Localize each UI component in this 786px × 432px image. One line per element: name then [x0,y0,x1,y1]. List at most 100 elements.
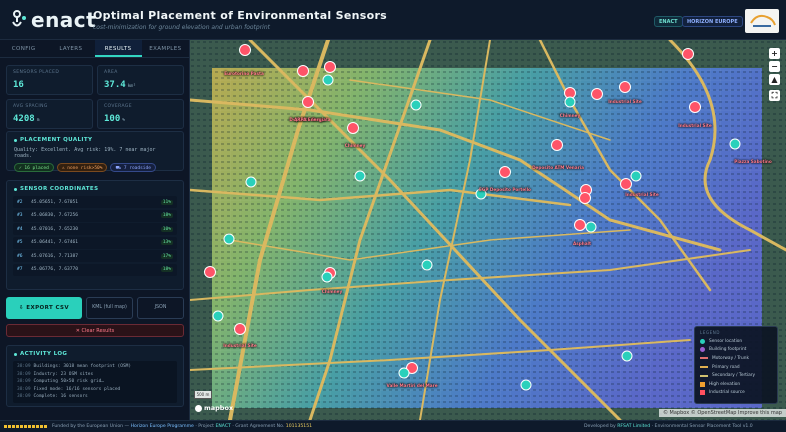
sensor-id: #6 [17,253,23,259]
map-poi-label: Eurotorino Pasta [224,71,264,76]
tab-results[interactable]: RESULTS [94,40,142,57]
map-legend: LEGEND Sensor location Building footprint… [694,326,778,404]
coordinate-row[interactable]: #6 45.07616, 7.71387 17% [13,250,177,262]
legend-item: Secondary / Tertiary [700,371,772,380]
eu-flag-stripe [4,425,48,428]
sensor-id: #3 [17,213,23,218]
log-line: 38:09 Fixed mode: 16/16 sensors placed [17,386,121,392]
fullscreen-button[interactable]: ⛶ [769,90,780,101]
export-json-button[interactable]: JSON [137,297,184,319]
coordinate-list[interactable]: #2 45.05651, 7.67051 11% #3 45.06830, 7.6725… [7,192,183,281]
sensor-latlon: 45.06441, 7.67461 [31,240,79,245]
coordinate-row[interactable]: #7 45.06776, 7.63770 18% [13,263,177,276]
legend-swatch [700,357,708,360]
map-poi-label: Valle Martiri del Mare [386,383,438,388]
legend-item: High elevation [700,380,772,389]
coordinate-row[interactable]: #4 45.07016, 7.65230 10% [13,223,177,235]
page-subtitle: cost-minimization for ground elevation a… [93,24,270,31]
legend-item: Motorway / Trunk [700,354,772,363]
log-line: 38:09 Industry: 23 OSM sites [17,371,94,377]
legend-swatch [700,381,705,387]
map-scale: 500 m [194,391,212,399]
activity-log: ACTIVITY LOG 38:09 Buildings: 3018 mean f… [6,345,184,407]
enact-logo: enact [10,8,96,32]
export-kml-button[interactable]: KML (full map) [86,297,133,319]
developer-note: Developed by RFSAT Limited · Environment… [584,424,753,429]
tab-layers[interactable]: LAYERS [47,40,94,57]
legend-items: Sensor location Building footprint Motorwa… [700,337,772,397]
sensor-latlon: 45.06776, 7.63770 [31,267,79,272]
map-poi-label: Asphalt [573,241,591,246]
compass-button[interactable]: ▲ [769,74,780,85]
export-buttons: ⇩ EXPORT CSV KML (full map) JSON [6,297,184,319]
sensor-risk: 13% [160,240,173,245]
legend-swatch [700,366,708,369]
log-line: 38:09 Computing 50×50 risk grid… [17,379,104,384]
card-title: PLACEMENT QUALITY [7,132,183,143]
enact-logo-icon [12,10,26,27]
sensor-id: #7 [17,267,23,272]
stat-value: 37.4 km² [104,80,136,90]
legend-item: Primary road [700,363,772,372]
bullet-icon [14,138,17,142]
sensor-risk: 18% [160,213,173,218]
legend-item: Building footprint [700,346,772,355]
roadside-pill: ⛟ 7 roadside [110,163,156,172]
legend-item: Industrial source [700,389,772,398]
clear-results-button[interactable]: ✕ Clear Results [6,324,184,337]
log-body[interactable]: 38:09 Buildings: 3018 mean footprint (OSM… [13,361,177,403]
bullet-icon [14,187,17,191]
stat-value: 4208 m [13,114,40,124]
placed-pill: ✓ 16 placed [14,163,54,172]
card-title: ACTIVITY LOG [7,346,183,357]
sensor-latlon: 45.05651, 7.67051 [31,199,79,205]
app-header: enact Optimal Placement of Environmental… [0,0,786,40]
stat-area: AREA 37.4 km² [97,65,184,95]
legend-swatch [700,338,705,344]
legend-swatch [700,374,708,377]
legend-title: LEGEND [700,330,721,335]
stat-value: 100% [104,114,125,124]
legend-item: Sensor location [700,337,772,346]
card-title: SENSOR COORDINATES [7,181,183,192]
sensor-latlon: 45.07016, 7.65230 [31,226,79,232]
enact-badge[interactable]: ENACT [654,16,683,27]
mapbox-icon [195,404,202,412]
quality-summary: Quality: Excellent. Avg risk: 19%. 7 nea… [14,147,156,159]
logo-text: enact [31,8,97,32]
coordinate-row[interactable]: #5 45.06441, 7.67461 13% [13,236,177,249]
map-poi-label: ARPA Energia [294,117,326,122]
map-poi-label: Deposito ATM Venaria [532,165,584,170]
map-view[interactable]: Industrial Site Industrial Site Industrial… [190,40,786,420]
placement-quality-card: PLACEMENT QUALITY Quality: Excellent. Av… [6,131,184,172]
horizon-link[interactable]: Horizon Europe Programme [131,424,194,429]
sensor-id: #2 [17,199,23,205]
stat-label: AVG SPACING [13,104,48,109]
sensor-risk: 10% [160,226,173,232]
sensor-risk: 11% [160,199,173,205]
sensor-risk: 18% [160,267,173,272]
export-csv-button[interactable]: ⇩ EXPORT CSV [6,297,82,319]
sensor-latlon: 45.06830, 7.67256 [31,213,79,218]
developer-link[interactable]: RFSAT Limited [617,424,650,429]
coordinate-row[interactable]: #3 45.06830, 7.67256 18% [13,209,177,222]
stats-grid: SENSORS PLACED 16 AREA 37.4 km² AVG SPACI… [6,65,184,129]
stat-avg-spacing: AVG SPACING 4208 m [6,99,93,129]
horizon-europe-badge[interactable]: HORIZON EUROPE [682,16,743,27]
map-poi-label: Industrial Site [678,123,712,128]
map-poi-label: EGP Deposito Portello [479,187,531,192]
tab-examples[interactable]: EXAMPLES [142,40,189,57]
funding-note: Funded by the European Union — Horizon E… [52,424,313,429]
tab-config[interactable]: CONFIG [0,40,47,57]
zoom-in-button[interactable]: + [769,48,780,59]
partner-logo [745,9,779,33]
map-poi-label: Industrial Site [625,192,659,197]
sensor-latlon: 45.07616, 7.71387 [31,253,79,259]
log-line: 38:09 Complete: 16 sensors [17,394,88,399]
quality-pills: ✓ 16 placed ⚠ none risk>50% ⛟ 7 roadside [7,159,183,176]
zoom-out-button[interactable]: − [769,61,780,72]
risk-pill: ⚠ none risk>50% [56,163,108,172]
coordinate-row[interactable]: #2 45.05651, 7.67051 11% [13,196,177,208]
stat-label: SENSORS PLACED [13,70,60,75]
map-attribution[interactable]: © Mapbox © OpenStreetMap Improve this ma… [658,409,786,417]
